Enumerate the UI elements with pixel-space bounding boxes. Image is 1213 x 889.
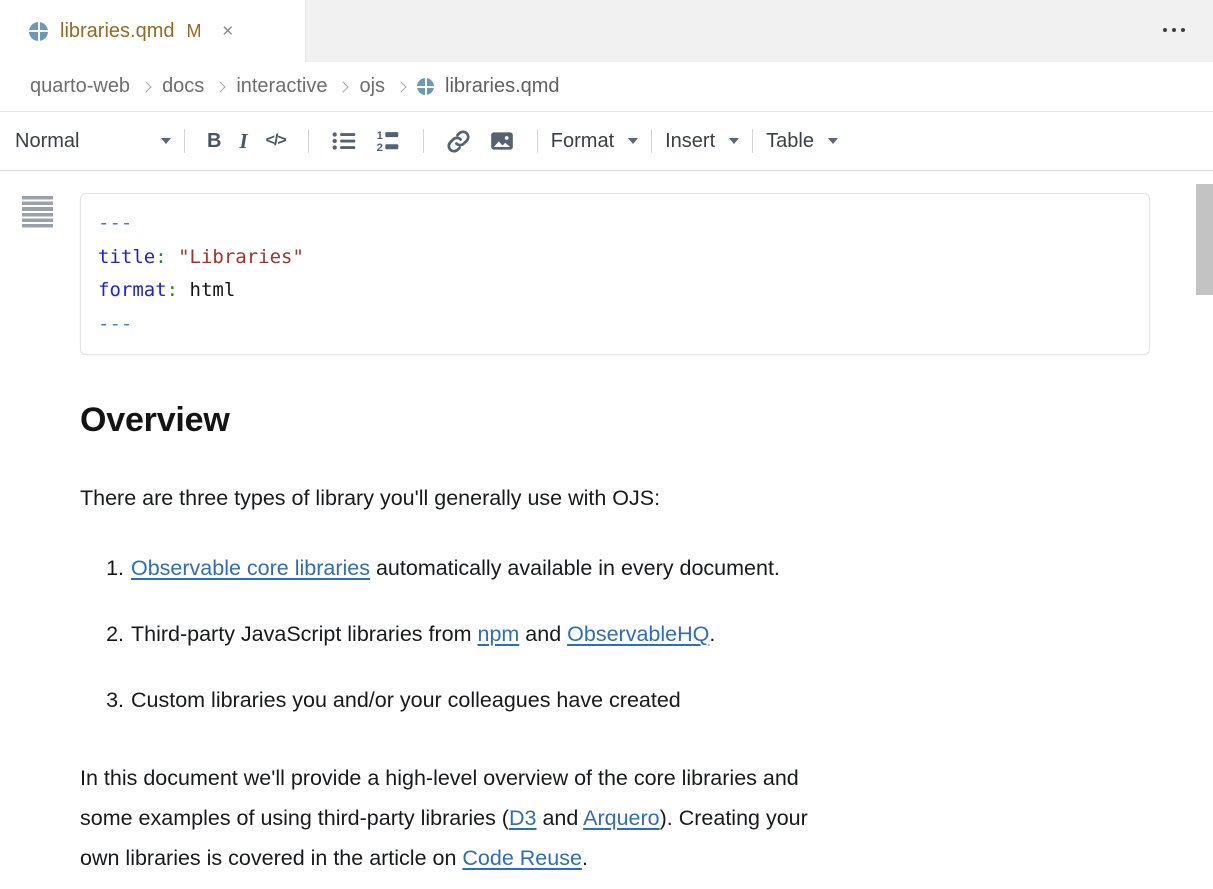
paragraph-style-value: Normal [15, 130, 133, 153]
paragraph-style-dropdown[interactable]: Normal [15, 130, 171, 153]
svg-text:1: 1 [376, 130, 382, 142]
text-segment: and [519, 622, 567, 646]
bold-button[interactable]: B [198, 126, 230, 157]
format-menu[interactable]: Format [551, 130, 638, 153]
link-icon [446, 129, 471, 154]
block-drag-handle-icon[interactable] [22, 196, 53, 229]
quarto-logo-icon [29, 22, 48, 41]
yaml-title-line: title: "Libraries" [98, 241, 1132, 275]
list-item: 2. Third-party JavaScript libraries from… [80, 620, 1213, 648]
yaml-delimiter-line: --- [98, 308, 1132, 342]
paragraph-line: In this document we'll provide a high-le… [80, 758, 1213, 798]
bold-icon: B [207, 130, 221, 153]
intro-paragraph: There are three types of library you'll … [80, 484, 1213, 512]
toolbar-separator [752, 129, 753, 153]
breadcrumb-item-file[interactable]: libraries.qmd [417, 75, 559, 98]
quarto-logo-icon [417, 78, 434, 95]
yaml-front-matter-block[interactable]: --- title: "Libraries" format: html --- [80, 193, 1150, 355]
text-segment: . [709, 622, 715, 646]
toolbar-separator [308, 129, 309, 153]
modified-badge: M [186, 21, 201, 42]
text-segment: Third-party JavaScript libraries from [131, 622, 477, 646]
list-item: 1. Observable core libraries automatical… [80, 554, 1213, 582]
text-link[interactable]: Arquero [583, 806, 660, 830]
code-icon: </> [266, 132, 286, 150]
paragraph-line: own libraries is covered in the article … [80, 838, 1213, 878]
toolbar-separator [184, 129, 185, 153]
italic-button[interactable]: I [230, 125, 256, 158]
text-segment: Custom libraries you and/or your colleag… [131, 688, 681, 712]
list-item-text: Third-party JavaScript libraries from np… [131, 620, 715, 648]
text-segment: some examples of using third-party libra… [80, 806, 509, 830]
editor-toolbar: Normal B I </> 1 2 [0, 112, 1213, 171]
breadcrumb-item-ojs[interactable]: ojs [359, 75, 385, 98]
text-segment: automatically available in every documen… [370, 556, 780, 580]
svg-text:2: 2 [376, 142, 382, 154]
toolbar-separator [537, 129, 538, 153]
format-menu-label: Format [551, 130, 614, 153]
table-menu[interactable]: Table [766, 130, 838, 153]
list-item: 3. Custom libraries you and/or your coll… [80, 686, 1213, 714]
bullet-list-icon [331, 128, 357, 154]
numbered-list-icon: 1 2 [375, 128, 401, 154]
list-item-number: 3. [80, 686, 124, 714]
chevron-right-icon [338, 81, 349, 92]
text-link[interactable]: Observable core libraries [131, 556, 370, 580]
chevron-down-icon [729, 138, 739, 144]
chevron-down-icon [828, 138, 838, 144]
text-segment: ). Creating your [660, 806, 808, 830]
toolbar-separator [423, 129, 424, 153]
bullet-list-button[interactable] [322, 124, 366, 158]
tab-libraries-qmd[interactable]: libraries.qmd M ✕ [0, 0, 306, 62]
toolbar-separator [651, 129, 652, 153]
chevron-down-icon [161, 138, 171, 144]
italic-icon: I [239, 129, 247, 154]
dot [1181, 28, 1185, 32]
insert-menu[interactable]: Insert [665, 130, 739, 153]
list-item-number: 2. [80, 620, 124, 648]
tab-bar: libraries.qmd M ✕ [0, 0, 1213, 62]
text-link[interactable]: npm [477, 622, 519, 646]
closing-paragraph: In this document we'll provide a high-le… [80, 758, 1213, 878]
numbered-list-button[interactable]: 1 2 [366, 124, 410, 158]
breadcrumb-item-interactive[interactable]: interactive [236, 75, 327, 98]
table-menu-label: Table [766, 130, 814, 153]
chevron-down-icon [628, 138, 638, 144]
inline-code-button[interactable]: </> [257, 128, 295, 154]
vertical-scrollbar-thumb[interactable] [1196, 184, 1213, 295]
text-segment: . [582, 846, 588, 870]
dot [1163, 28, 1167, 32]
breadcrumb-item-docs[interactable]: docs [162, 75, 204, 98]
image-icon [489, 128, 515, 154]
text-link[interactable]: Code Reuse [462, 846, 582, 870]
list-item-text: Custom libraries you and/or your colleag… [131, 686, 681, 714]
paragraph-line: some examples of using third-party libra… [80, 798, 1213, 838]
ordered-list: 1. Observable core libraries automatical… [80, 554, 1213, 714]
close-icon[interactable]: ✕ [217, 20, 238, 42]
breadcrumb-item-quarto-web[interactable]: quarto-web [30, 75, 130, 98]
yaml-delimiter-line: --- [98, 207, 1132, 241]
text-link[interactable]: D3 [509, 806, 536, 830]
text-segment: own libraries is covered in the article … [80, 846, 462, 870]
breadcrumb: quarto-web docs interactive ojs librarie… [0, 62, 1213, 112]
link-button[interactable] [437, 125, 480, 158]
text-link[interactable]: ObservableHQ [567, 622, 709, 646]
breadcrumb-file-name: libraries.qmd [445, 75, 559, 98]
tab-title: libraries.qmd [60, 20, 174, 43]
yaml-format-line: format: html [98, 274, 1132, 308]
text-segment: and [536, 806, 583, 830]
chevron-right-icon [140, 81, 151, 92]
chevron-right-icon [395, 81, 406, 92]
more-actions-icon[interactable] [1163, 28, 1185, 32]
text-segment: In this document we'll provide a high-le… [80, 766, 799, 790]
image-button[interactable] [480, 124, 524, 158]
list-item-text: Observable core libraries automatically … [131, 554, 780, 582]
dot [1172, 28, 1176, 32]
editor-content[interactable]: --- title: "Libraries" format: html --- … [0, 171, 1213, 878]
chevron-right-icon [215, 81, 226, 92]
insert-menu-label: Insert [665, 130, 715, 153]
heading-overview: Overview [80, 401, 1213, 440]
list-item-number: 1. [80, 554, 124, 582]
